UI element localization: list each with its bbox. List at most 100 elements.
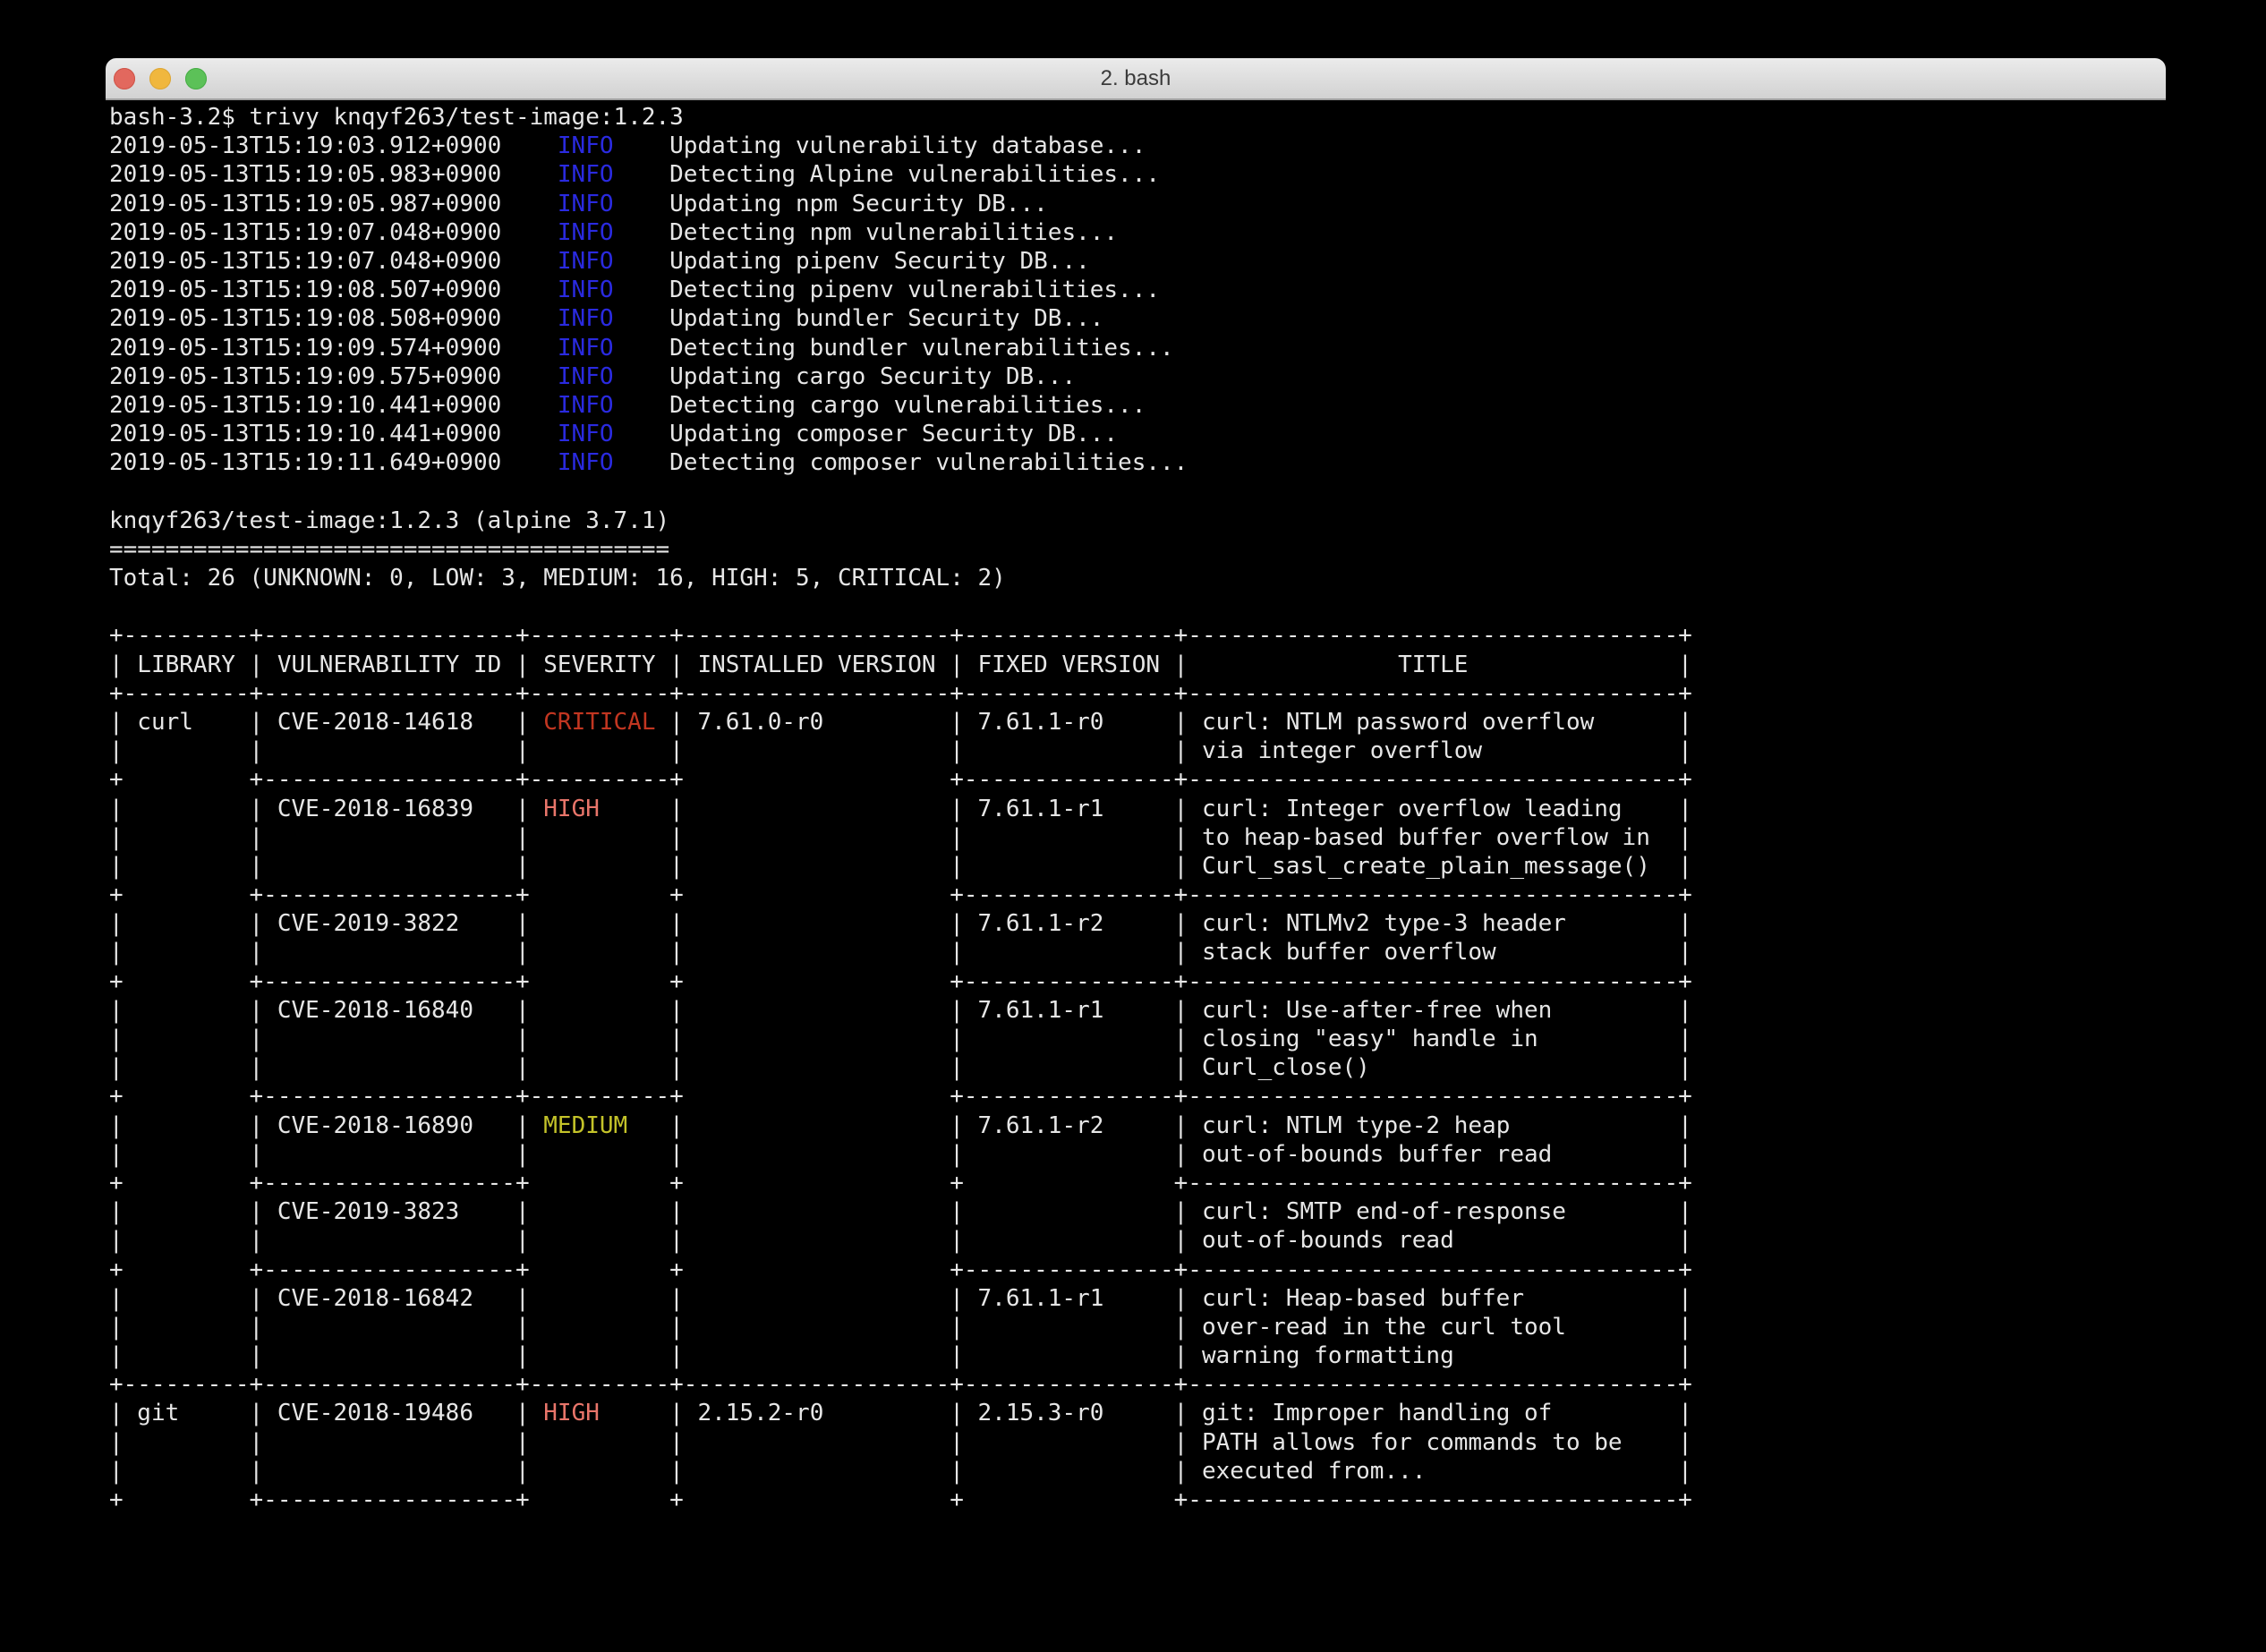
terminal-line: +---------+------------------+----------… <box>109 621 2166 650</box>
terminal-text: Updating npm Security DB... <box>614 191 1048 217</box>
terminal-text: | 7.61.0-r0 | 7.61.1-r0 | curl: NTLM pas… <box>656 709 1692 736</box>
info-text: INFO <box>558 277 614 303</box>
info-text: INFO <box>558 392 614 419</box>
terminal-line: | | | | | | warning formatting | <box>109 1341 2166 1370</box>
terminal-text: Detecting cargo vulnerabilities... <box>614 392 1146 419</box>
terminal-screen[interactable]: bash-3.2$ trivy knqyf263/test-image:1.2.… <box>106 100 2166 1514</box>
terminal-text: Updating vulnerability database... <box>614 132 1146 159</box>
terminal-text: | | CVE-2018-16842 | | | 7.61.1-r1 | cur… <box>109 1285 1692 1312</box>
terminal-line: 2019-05-13T15:19:10.441+0900 INFO Detect… <box>109 391 2166 420</box>
terminal-line <box>109 477 2166 506</box>
zoom-button[interactable] <box>185 68 207 89</box>
terminal-line: | | | | | | out-of-bounds read | <box>109 1226 2166 1255</box>
terminal-text: + +------------------+ + +--------------… <box>109 1256 1692 1283</box>
titlebar[interactable]: 2. bash <box>106 58 2166 100</box>
terminal-text: | LIBRARY | VULNERABILITY ID | SEVERITY … <box>109 651 1692 678</box>
minimize-button[interactable] <box>149 68 171 89</box>
terminal-text: 2019-05-13T15:19:07.048+0900 <box>109 219 558 246</box>
terminal-line: | curl | CVE-2018-14618 | CRITICAL | 7.6… <box>109 708 2166 737</box>
terminal-line: | | | | | | stack buffer overflow | <box>109 938 2166 967</box>
terminal-line: + +------------------+ + +--------------… <box>109 967 2166 996</box>
terminal-text: | | CVE-2018-16890 | <box>109 1112 543 1139</box>
critical-text: CRITICAL <box>543 709 655 736</box>
high-text: HIGH <box>543 1400 600 1426</box>
terminal-text: + +------------------+ + +--------------… <box>109 968 1692 995</box>
terminal-line: | | | | | | over-read in the curl tool | <box>109 1313 2166 1341</box>
terminal-line: Total: 26 (UNKNOWN: 0, LOW: 3, MEDIUM: 1… <box>109 564 2166 592</box>
terminal-text: + +------------------+----------+ +-----… <box>109 766 1692 793</box>
terminal-text: | | CVE-2018-16839 | <box>109 796 543 822</box>
terminal-text: 2019-05-13T15:19:07.048+0900 <box>109 248 558 275</box>
terminal-text: knqyf263/test-image:1.2.3 (alpine 3.7.1) <box>109 507 669 534</box>
terminal-text: 2019-05-13T15:19:08.508+0900 <box>109 305 558 332</box>
close-button[interactable] <box>114 68 135 89</box>
terminal-text: ======================================== <box>109 536 669 563</box>
terminal-text: | | | | | | stack buffer overflow | <box>109 939 1692 966</box>
terminal-text: 2019-05-13T15:19:08.507+0900 <box>109 277 558 303</box>
terminal-text: Detecting composer vulnerabilities... <box>614 449 1188 476</box>
terminal-text: +---------+------------------+----------… <box>109 1371 1692 1398</box>
terminal-line: +---------+------------------+----------… <box>109 1370 2166 1399</box>
terminal-text: | | | | | | closing "easy" handle in | <box>109 1026 1692 1052</box>
terminal-text: | | | | | | out-of-bounds buffer read | <box>109 1141 1692 1168</box>
info-text: INFO <box>558 161 614 188</box>
terminal-text: | | | | | | to heap-based buffer overflo… <box>109 824 1692 851</box>
terminal-line: 2019-05-13T15:19:05.987+0900 INFO Updati… <box>109 190 2166 218</box>
terminal-text: 2019-05-13T15:19:03.912+0900 <box>109 132 558 159</box>
terminal-text: | | 7.61.1-r2 | curl: NTLM type-2 heap | <box>627 1112 1692 1139</box>
terminal-line: + +------------------+ + + +------------… <box>109 1169 2166 1197</box>
terminal-text: 2019-05-13T15:19:10.441+0900 <box>109 421 558 447</box>
terminal-line: 2019-05-13T15:19:07.048+0900 INFO Updati… <box>109 247 2166 276</box>
terminal-line: | | | | | | Curl_sasl_create_plain_messa… <box>109 852 2166 881</box>
terminal-text: | | CVE-2019-3823 | | | | curl: SMTP end… <box>109 1198 1692 1225</box>
terminal-line: | | CVE-2018-16890 | MEDIUM | | 7.61.1-r… <box>109 1111 2166 1140</box>
info-text: INFO <box>558 191 614 217</box>
terminal-text: | | | | | | Curl_sasl_create_plain_messa… <box>109 853 1692 880</box>
terminal-text: Updating composer Security DB... <box>614 421 1119 447</box>
terminal-text: 2019-05-13T15:19:05.987+0900 <box>109 191 558 217</box>
terminal-text: 2019-05-13T15:19:09.574+0900 <box>109 335 558 362</box>
terminal-text: Updating pipenv Security DB... <box>614 248 1090 275</box>
terminal-line: 2019-05-13T15:19:07.048+0900 INFO Detect… <box>109 218 2166 247</box>
terminal-text: | | | | | | Curl_close() | <box>109 1054 1692 1081</box>
info-text: INFO <box>558 219 614 246</box>
terminal-line: + +------------------+ + +--------------… <box>109 1256 2166 1284</box>
terminal-text: Updating cargo Security DB... <box>614 363 1077 390</box>
terminal-text: | | | | | | warning formatting | <box>109 1342 1692 1369</box>
terminal-line: 2019-05-13T15:19:08.507+0900 INFO Detect… <box>109 276 2166 304</box>
terminal-line: | | CVE-2019-3823 | | | | curl: SMTP end… <box>109 1197 2166 1226</box>
window-title: 2. bash <box>1101 66 1171 91</box>
terminal-line: | | | | | | out-of-bounds buffer read | <box>109 1140 2166 1169</box>
terminal-text: | curl | CVE-2018-14618 | <box>109 709 543 736</box>
terminal-line: | | | | | | via integer overflow | <box>109 737 2166 765</box>
terminal-text: + +------------------+ + + +------------… <box>109 1170 1692 1196</box>
terminal-line: 2019-05-13T15:19:09.574+0900 INFO Detect… <box>109 334 2166 362</box>
terminal-text: +---------+------------------+----------… <box>109 622 1692 649</box>
terminal-line: | | | | | | executed from... | <box>109 1457 2166 1486</box>
terminal-text: + +------------------+----------+ +-----… <box>109 1083 1692 1110</box>
terminal-text <box>109 478 124 505</box>
terminal-text: 2019-05-13T15:19:09.575+0900 <box>109 363 558 390</box>
info-text: INFO <box>558 335 614 362</box>
terminal-line: 2019-05-13T15:19:08.508+0900 INFO Updati… <box>109 304 2166 333</box>
terminal-line: 2019-05-13T15:19:05.983+0900 INFO Detect… <box>109 160 2166 189</box>
terminal-text: 2019-05-13T15:19:10.441+0900 <box>109 392 558 419</box>
terminal-text: | | CVE-2018-16840 | | | 7.61.1-r1 | cur… <box>109 997 1692 1024</box>
terminal-text: | 2.15.2-r0 | 2.15.3-r0 | git: Improper … <box>600 1400 1692 1426</box>
terminal-line: | | CVE-2018-16842 | | | 7.61.1-r1 | cur… <box>109 1284 2166 1313</box>
terminal-line: | git | CVE-2018-19486 | HIGH | 2.15.2-r… <box>109 1399 2166 1427</box>
terminal-text: + +------------------+ + +--------------… <box>109 881 1692 908</box>
terminal-line <box>109 592 2166 621</box>
terminal-line: | | CVE-2019-3822 | | | 7.61.1-r2 | curl… <box>109 909 2166 938</box>
terminal-text: +---------+------------------+----------… <box>109 680 1692 707</box>
terminal-line: + +------------------+----------+ +-----… <box>109 765 2166 794</box>
terminal-text: Detecting npm vulnerabilities... <box>614 219 1119 246</box>
terminal-line: + +------------------+ + +--------------… <box>109 881 2166 909</box>
traffic-lights <box>114 68 207 89</box>
terminal-text: Updating bundler Security DB... <box>614 305 1104 332</box>
terminal-line: | | CVE-2018-16839 | HIGH | | 7.61.1-r1 … <box>109 795 2166 823</box>
terminal-text: | git | CVE-2018-19486 | <box>109 1400 543 1426</box>
info-text: INFO <box>558 421 614 447</box>
terminal-text: Detecting pipenv vulnerabilities... <box>614 277 1160 303</box>
terminal-text: Total: 26 (UNKNOWN: 0, LOW: 3, MEDIUM: 1… <box>109 565 1006 592</box>
